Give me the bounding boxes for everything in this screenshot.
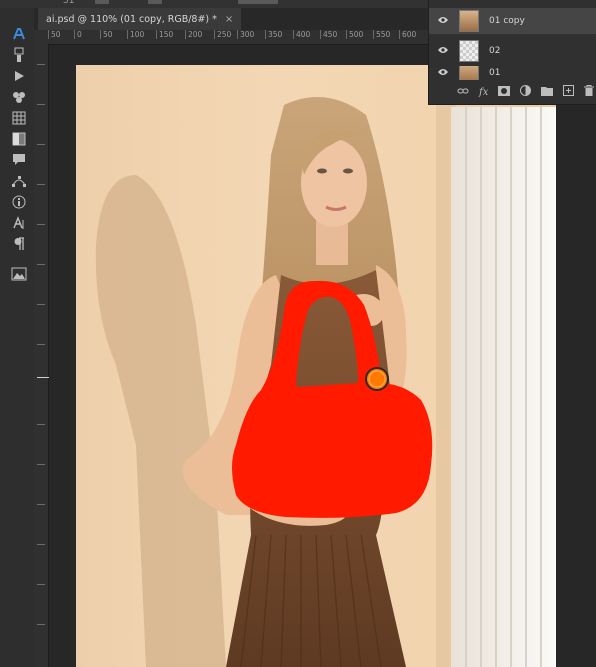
layer-thumbnail [459,40,479,62]
image-icon[interactable] [9,266,29,282]
adjustment-icon[interactable] [520,85,532,99]
layers-footer: fx [429,82,596,102]
ruler-tick [37,464,45,465]
ruler-mark: 600 [399,30,416,39]
layer-name: 02 [489,46,501,56]
ruler-mark: 400 [293,30,310,39]
play-icon[interactable] [9,68,29,84]
character-icon[interactable] [9,215,29,231]
mask-icon[interactable] [498,85,511,99]
ruler-mark: 500 [346,30,363,39]
option-button[interactable] [95,0,109,4]
vertical-ruler[interactable] [34,44,49,667]
layer-name: 01 [489,68,501,78]
option-button[interactable] [238,0,278,4]
layer-thumbnail [459,66,479,80]
info-icon[interactable] [9,194,29,210]
table-icon[interactable] [9,110,29,126]
ruler-tick [37,584,45,585]
trash-icon[interactable] [584,85,595,99]
ai-assistant-icon[interactable] [9,26,29,42]
layer-row[interactable]: 02 [429,38,596,64]
ruler-cursor-marker [37,377,49,378]
gradient-icon[interactable] [9,131,29,147]
ruler-mark: 100 [127,30,144,39]
visibility-eye-icon[interactable] [435,16,451,27]
new-layer-icon[interactable] [563,85,575,99]
ruler-tick [37,304,45,305]
brush-preset-icon[interactable] [9,47,29,63]
ruler-tick [37,184,45,185]
ruler-mark: 300 [237,30,254,39]
ruler-tick [37,624,45,625]
ruler-mark: 350 [265,30,282,39]
layer-name: 01 copy [489,16,525,26]
top-number: 51 [63,0,75,6]
ruler-tick [37,344,45,345]
close-icon[interactable]: × [225,14,233,25]
layer-thumbnail [459,10,479,32]
ruler-tick [37,224,45,225]
layers-panel: 01 copy 02 01 fx [428,0,596,105]
ruler-mark: 50 [48,30,61,39]
ruler-mark: 0 [74,30,82,39]
visibility-eye-icon[interactable] [435,46,451,57]
ruler-tick [37,104,45,105]
document-tab-title: ai.psd @ 110% (01 copy, RGB/8#) * [46,13,217,25]
ruler-tick [37,424,45,425]
fx-icon[interactable]: fx [479,87,488,98]
layer-row[interactable]: 01 copy [429,8,596,34]
photo-illustration [95,65,556,667]
theme-icon[interactable] [9,89,29,105]
document-tab-bar: ai.psd @ 110% (01 copy, RGB/8#) * × [34,8,428,30]
tools-panel [0,8,35,667]
ruler-tick [37,544,45,545]
document-tab[interactable]: ai.psd @ 110% (01 copy, RGB/8#) * × [38,8,242,30]
visibility-eye-icon[interactable] [435,68,451,79]
ruler-mark: 250 [214,30,231,39]
comment-icon[interactable] [9,152,29,168]
ruler-tick [37,264,45,265]
layer-row[interactable]: 01 [429,66,596,80]
document-canvas-image[interactable] [76,65,556,667]
option-button[interactable] [148,0,162,4]
link-icon[interactable] [457,87,469,98]
ruler-mark: 150 [156,30,173,39]
group-folder-icon[interactable] [541,86,554,99]
ruler-tick [37,504,45,505]
ruler-mark: 50 [100,30,113,39]
ruler-mark: 550 [373,30,390,39]
paragraph-icon[interactable] [9,236,29,252]
ruler-mark: 200 [185,30,202,39]
ruler-mark: 450 [320,30,337,39]
ruler-tick [37,144,45,145]
path-icon[interactable] [9,173,29,189]
ruler-tick [37,64,45,65]
